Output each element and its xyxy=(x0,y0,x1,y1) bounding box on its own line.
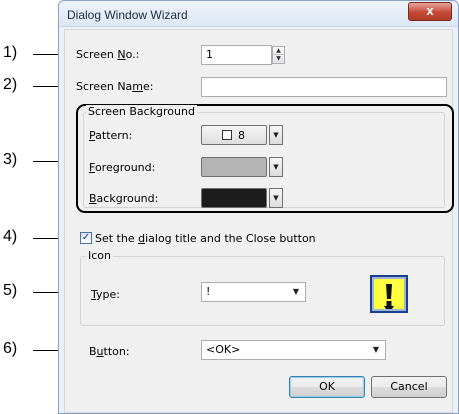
type-label: Type: xyxy=(91,288,120,301)
foreground-label: Foreground: xyxy=(89,161,156,174)
screen-background-group-label: Screen Background xyxy=(86,105,197,118)
screen-name-input[interactable] xyxy=(201,77,447,97)
screen-no-spinner[interactable]: ▲ ▼ xyxy=(272,46,285,64)
chevron-down-icon: ▼ xyxy=(372,345,379,354)
exclamation-icon xyxy=(370,275,408,313)
background-label: Background: xyxy=(89,192,159,205)
pattern-button[interactable]: 8 xyxy=(201,125,267,145)
button-select[interactable]: <OK> ▼ xyxy=(201,340,386,360)
spin-down-icon[interactable]: ▼ xyxy=(273,55,284,63)
ok-button[interactable]: OK xyxy=(289,376,365,398)
button-label: Button: xyxy=(89,345,130,358)
chevron-down-icon: ▼ xyxy=(292,287,299,296)
background-dropdown-button[interactable]: ▼ xyxy=(269,188,283,208)
pattern-square-icon xyxy=(222,130,232,140)
callout-1: 1) xyxy=(3,44,18,61)
title-bar: Dialog Window Wizard x xyxy=(59,1,458,27)
screen-no-label: Screen No.: xyxy=(76,48,140,61)
callout-2: 2) xyxy=(3,76,18,93)
pattern-value: 8 xyxy=(238,129,245,142)
close-icon: x xyxy=(426,3,434,18)
foreground-color-button[interactable] xyxy=(201,157,267,177)
icon-type-select[interactable]: ! ▼ xyxy=(201,282,306,302)
callout-3: 3) xyxy=(3,151,18,168)
callout-6: 6) xyxy=(3,340,18,357)
screen-name-label: Screen Name: xyxy=(76,80,154,93)
pattern-dropdown-button[interactable]: ▼ xyxy=(269,125,283,145)
callout-4: 4) xyxy=(3,228,18,245)
dialog-title-checkbox-label[interactable]: Set the dialog title and the Close butto… xyxy=(95,232,316,245)
cancel-button[interactable]: Cancel xyxy=(371,376,447,398)
pattern-label: Pattern: xyxy=(89,129,133,142)
screen-no-input[interactable]: 1 xyxy=(201,45,272,65)
close-button[interactable]: x xyxy=(408,2,452,21)
window-title: Dialog Window Wizard xyxy=(67,8,188,22)
background-color-button[interactable] xyxy=(201,188,267,208)
dialog-title-checkbox[interactable]: ✓ xyxy=(80,232,92,244)
callout-5: 5) xyxy=(3,282,18,299)
icon-group-label: Icon xyxy=(86,249,113,262)
foreground-dropdown-button[interactable]: ▼ xyxy=(269,157,283,177)
spin-up-icon[interactable]: ▲ xyxy=(273,47,284,55)
